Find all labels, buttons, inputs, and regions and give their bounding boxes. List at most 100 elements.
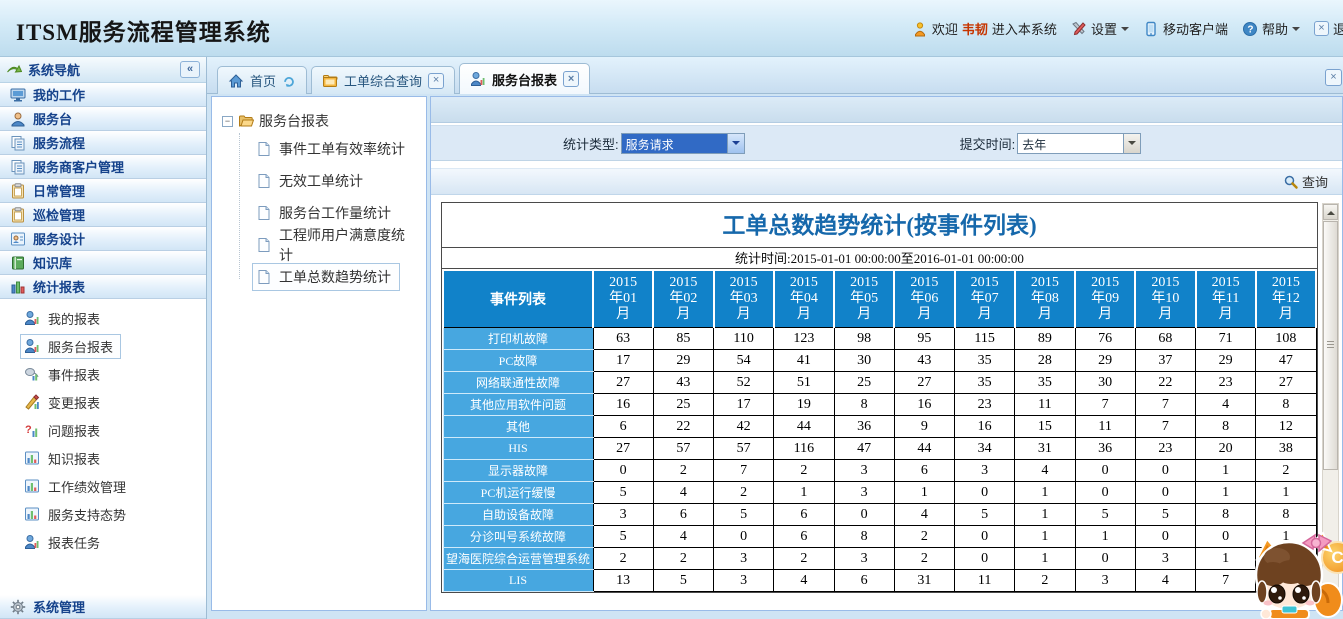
sidebar-item-5[interactable]: 知识报表 bbox=[0, 444, 206, 472]
sidebar-group-4[interactable]: 日常管理 bbox=[0, 179, 206, 203]
sidebar-title: 系统导航 bbox=[28, 60, 80, 79]
tab-bar: 首页工单综合查询×服务台报表× × bbox=[207, 57, 1343, 94]
sidebar-group-0[interactable]: 我的工作 bbox=[0, 83, 206, 107]
folder-open-icon bbox=[238, 113, 254, 129]
framed-chart-icon bbox=[24, 506, 40, 522]
row-label: PC机运行缓慢 bbox=[443, 482, 593, 504]
cell: 6 bbox=[894, 460, 954, 482]
settings-menu[interactable]: 设置 bbox=[1071, 19, 1129, 38]
cell: 0 bbox=[1135, 526, 1195, 548]
tab-1[interactable]: 工单综合查询× bbox=[311, 66, 455, 94]
tab-2[interactable]: 服务台报表× bbox=[459, 63, 590, 94]
svg-text:?: ? bbox=[25, 424, 32, 436]
month-header: 2015年03月 bbox=[714, 270, 774, 328]
scrollbar-thumb[interactable] bbox=[1323, 221, 1338, 470]
cell: 110 bbox=[714, 328, 774, 350]
cell: 16 bbox=[593, 394, 653, 416]
query-button[interactable]: 查询 bbox=[1283, 172, 1328, 191]
sidebar-item-6[interactable]: 工作绩效管理 bbox=[0, 472, 206, 500]
tab-close-icon[interactable]: × bbox=[428, 73, 444, 89]
stat-type-label: 统计类型: bbox=[563, 134, 619, 153]
sidebar-group-label: 我的工作 bbox=[33, 85, 85, 104]
sidebar-item-label: 工作绩效管理 bbox=[48, 477, 126, 496]
sidebar-group-6[interactable]: 服务设计 bbox=[0, 227, 206, 251]
bar-chart-icon bbox=[10, 279, 26, 295]
cell: 19 bbox=[774, 394, 834, 416]
mobile-client-button[interactable]: 移动客户端 bbox=[1143, 19, 1228, 38]
sidebar-collapse-button[interactable]: « bbox=[180, 61, 200, 78]
cell: 1 bbox=[894, 482, 954, 504]
sidebar-group-2[interactable]: 服务流程 bbox=[0, 131, 206, 155]
sidebar-item-1[interactable]: 服务台报表 bbox=[0, 332, 206, 360]
tree-item-4[interactable]: 工单总数趋势统计 bbox=[252, 261, 420, 293]
cell: 20 bbox=[1196, 438, 1256, 460]
submit-time-label: 提交时间: bbox=[960, 134, 1016, 153]
cell: 23 bbox=[1196, 372, 1256, 394]
tree-item-1[interactable]: 无效工单统计 bbox=[252, 165, 420, 197]
help-menu[interactable]: ? 帮助 bbox=[1242, 19, 1300, 38]
mascot-character[interactable] bbox=[1239, 529, 1343, 619]
sidebar-item-8[interactable]: 报表任务 bbox=[0, 528, 206, 556]
welcome-person-icon bbox=[912, 21, 928, 37]
sidebar-item-2[interactable]: 事件报表 bbox=[0, 360, 206, 388]
cell: 23 bbox=[1135, 438, 1195, 460]
row-label: 其他应用软件问题 bbox=[443, 394, 593, 416]
sidebar-group-7[interactable]: 知识库 bbox=[0, 251, 206, 275]
submit-time-select[interactable]: 去年 bbox=[1017, 133, 1141, 154]
cell: 23 bbox=[955, 394, 1015, 416]
sidebar-item-7[interactable]: 服务支持态势 bbox=[0, 500, 206, 528]
row-label: 网络联通性故障 bbox=[443, 372, 593, 394]
refresh-icon[interactable] bbox=[282, 74, 296, 88]
nav-arrows-icon bbox=[6, 62, 22, 78]
cell: 12 bbox=[1256, 416, 1316, 438]
cell: 0 bbox=[1075, 482, 1135, 504]
tree-item-0[interactable]: 事件工单有效率统计 bbox=[252, 133, 420, 165]
sidebar-group-1[interactable]: 服务台 bbox=[0, 107, 206, 131]
table-row: 望海医院综合运营管理系统22323201031 bbox=[443, 548, 1316, 570]
dropdown-arrow-icon[interactable] bbox=[1123, 134, 1140, 153]
cell: 22 bbox=[653, 416, 713, 438]
cell: 5 bbox=[1075, 504, 1135, 526]
process-doc-icon bbox=[10, 135, 26, 151]
cell: 47 bbox=[834, 438, 894, 460]
row-label: HIS bbox=[443, 438, 593, 460]
logout-button[interactable]: × 退出 bbox=[1314, 19, 1343, 38]
person-chart-icon bbox=[24, 310, 40, 326]
cell: 4 bbox=[1196, 394, 1256, 416]
framed-chart-icon bbox=[24, 450, 40, 466]
chevron-down-icon bbox=[1121, 27, 1129, 35]
dropdown-arrow-icon[interactable] bbox=[727, 134, 744, 153]
cell: 0 bbox=[593, 460, 653, 482]
cell: 7 bbox=[1135, 394, 1195, 416]
tab-0[interactable]: 首页 bbox=[217, 66, 307, 94]
cell: 51 bbox=[774, 372, 834, 394]
cell: 3 bbox=[1135, 548, 1195, 570]
cell: 1 bbox=[1075, 526, 1135, 548]
tab-close-icon[interactable]: × bbox=[563, 71, 579, 87]
tree-root-desk-reports[interactable]: − 服务台报表 bbox=[222, 109, 420, 133]
cell: 34 bbox=[955, 438, 1015, 460]
tree-item-3[interactable]: 工程师用户满意度统计 bbox=[252, 229, 420, 261]
sidebar-group-3[interactable]: 服务商客户管理 bbox=[0, 155, 206, 179]
report-submenu: 我的报表服务台报表事件报表变更报表 ?问题报表知识报表工作绩效管理服务支持态势报表… bbox=[0, 299, 206, 556]
month-header: 2015年11月 bbox=[1196, 270, 1256, 328]
sidebar-item-3[interactable]: 变更报表 bbox=[0, 388, 206, 416]
row-label: LIS bbox=[443, 570, 593, 592]
sidebar-group-5[interactable]: 巡检管理 bbox=[0, 203, 206, 227]
scroll-up-button[interactable] bbox=[1323, 204, 1338, 220]
cell: 0 bbox=[1075, 548, 1135, 570]
cell: 8 bbox=[1256, 504, 1316, 526]
cell: 8 bbox=[834, 526, 894, 548]
sidebar-item-4[interactable]: ?问题报表 bbox=[0, 416, 206, 444]
sidebar-group-system-admin[interactable]: 系统管理 bbox=[0, 595, 206, 619]
tab-overflow-button[interactable]: × bbox=[1325, 69, 1342, 86]
app-title: ITSM服务流程管理系统 bbox=[16, 13, 271, 47]
sidebar-item-0[interactable]: 我的报表 bbox=[0, 304, 206, 332]
sidebar-item-label: 变更报表 bbox=[48, 393, 100, 412]
itsm-application-window: ITSM服务流程管理系统 欢迎 韦韧 进入本系统 设置 移动客户端 ? 帮助 bbox=[0, 0, 1343, 619]
stat-type-select[interactable]: 服务请求 bbox=[621, 133, 745, 154]
tree-collapse-icon[interactable]: − bbox=[222, 116, 233, 127]
cell: 3 bbox=[714, 570, 774, 592]
sidebar-group-8[interactable]: 统计报表 bbox=[0, 275, 206, 299]
sidebar-group-label: 系统管理 bbox=[33, 597, 85, 616]
